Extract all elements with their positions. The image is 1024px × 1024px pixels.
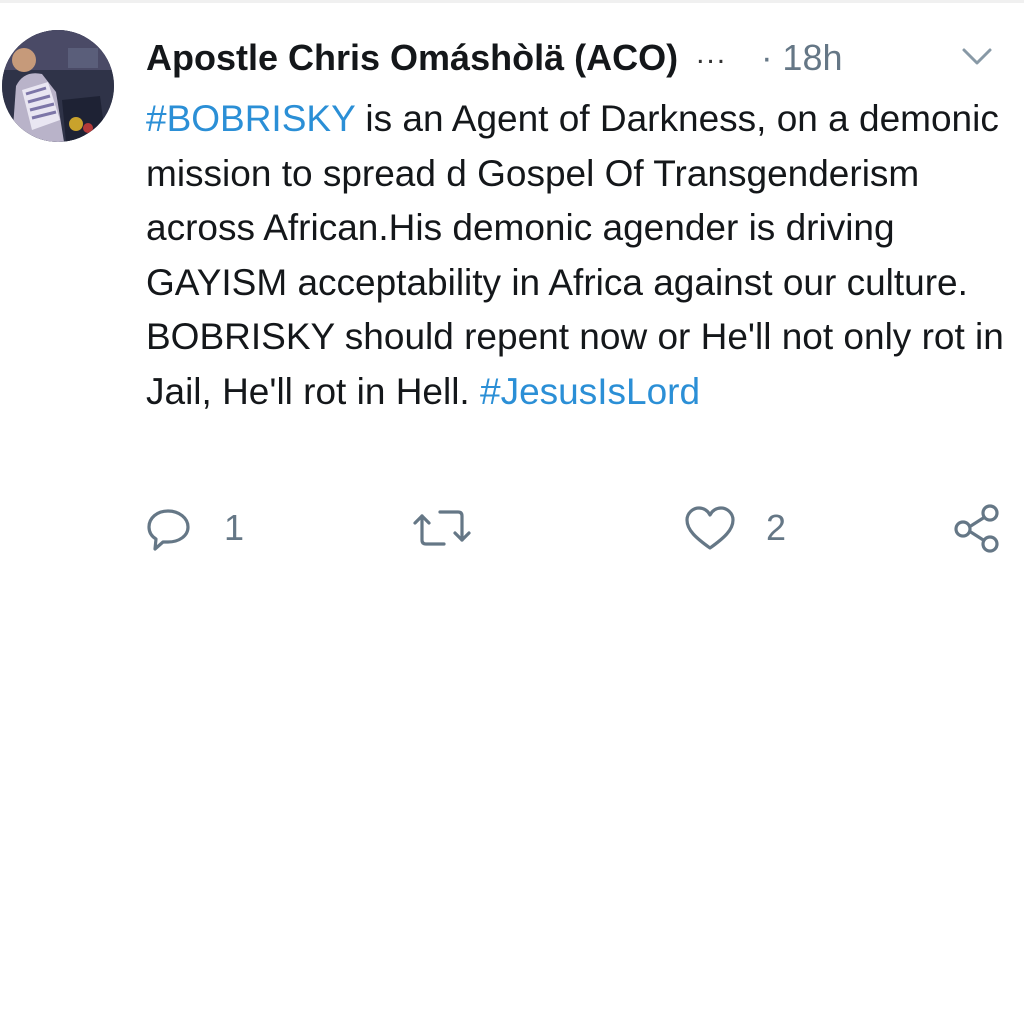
- tweet-actions: 1 2: [0, 498, 1024, 558]
- like-count: 2: [766, 507, 787, 548]
- reply-icon: [147, 509, 190, 551]
- tweet-header: Apostle Chris Omáshòlä (ACO) ... · 18h: [146, 30, 1016, 86]
- author-name[interactable]: Apostle Chris Omáshòlä (ACO): [146, 37, 678, 79]
- share-icon: [954, 504, 999, 553]
- avatar[interactable]: [2, 30, 114, 142]
- tweet-text: #BOBRISKY is an Agent of Darkness, on a …: [146, 92, 1016, 419]
- separator-dot: ·: [761, 38, 773, 77]
- retweet-button[interactable]: [412, 498, 502, 558]
- profile-photo-icon: [2, 30, 114, 142]
- like-button[interactable]: 2: [684, 498, 786, 558]
- tweet-card[interactable]: Apostle Chris Omáshòlä (ACO) ... · 18h #…: [0, 0, 1024, 600]
- retweet-icon: [413, 510, 471, 546]
- share-button[interactable]: [952, 498, 1002, 558]
- tweet-body: is an Agent of Darkness, on a demonic mi…: [146, 98, 1004, 412]
- hashtag-link[interactable]: #JesusIsLord: [480, 371, 700, 412]
- name-truncation: ...: [696, 37, 728, 70]
- reply-count: 1: [224, 507, 245, 548]
- hashtag-link[interactable]: #BOBRISKY: [146, 98, 355, 139]
- timestamp[interactable]: 18h: [782, 37, 842, 79]
- heart-icon: [685, 506, 735, 550]
- reply-button[interactable]: 1: [146, 498, 244, 558]
- chevron-down-icon[interactable]: [960, 44, 994, 70]
